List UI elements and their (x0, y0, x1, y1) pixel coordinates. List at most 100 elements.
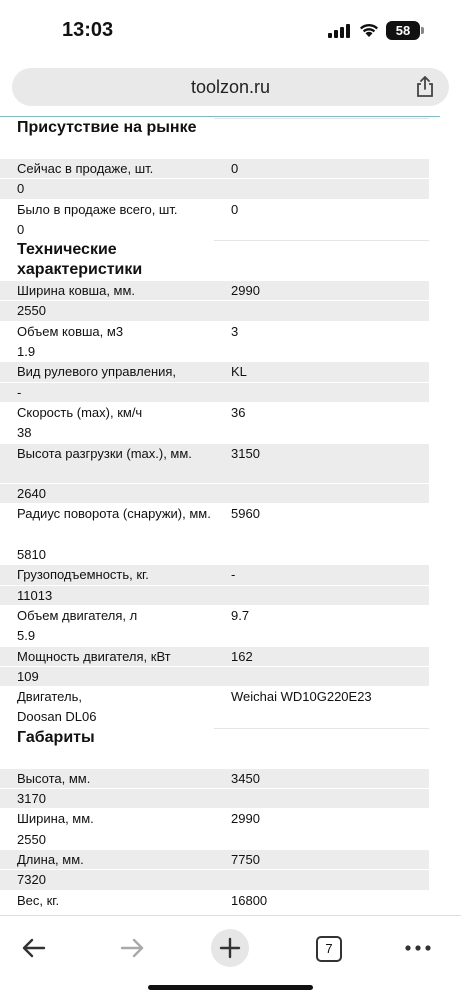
back-icon[interactable] (14, 928, 54, 968)
table-row: Ширина ковша, мм. 2990 (0, 281, 461, 302)
spec-label: 11013 (0, 585, 214, 605)
table-row: 1.9 (0, 342, 461, 363)
spec-value (214, 301, 429, 321)
spec-label: Скорость (max), км/ч (17, 404, 143, 420)
spec-label: 0 (17, 221, 25, 237)
spec-label: 0 (0, 179, 214, 199)
table-row: 11013 (0, 585, 461, 606)
spec-value (214, 179, 429, 199)
table-row: 0 (0, 179, 461, 200)
table-row: Вид рулевого управления, KL (0, 362, 461, 383)
table-top-line (0, 116, 440, 117)
home-indicator (148, 985, 313, 990)
spec-value (214, 789, 429, 809)
section-header: Присутствие на рынке (0, 118, 461, 159)
spec-label: - (0, 382, 214, 402)
table-row: 7320 (0, 870, 461, 891)
battery-cap (421, 27, 424, 34)
forward-icon[interactable] (112, 928, 152, 968)
specs-table: Присутствие на рынке Сейчас в продаже, шт… (0, 118, 461, 915)
table-row: 5810 (0, 545, 461, 566)
table-row: - (0, 382, 461, 403)
spec-label: 2550 (0, 301, 214, 321)
spec-value: 3450 (214, 768, 429, 789)
table-row: 2550 (0, 830, 461, 850)
status-time: 13:03 (62, 19, 114, 41)
more-icon[interactable] (398, 928, 438, 968)
table-row: Вес, кг. 16800 (0, 891, 461, 911)
spec-value (214, 382, 429, 402)
spec-label: 1.9 (17, 344, 36, 360)
spec-label: Объем ковша, м3 (17, 323, 124, 339)
table-row: 0 (0, 220, 461, 241)
spec-label: 7320 (0, 870, 214, 890)
section-divider (214, 118, 429, 119)
tabs-count-box: 7 (316, 936, 342, 962)
section-title: Технические характеристики (17, 241, 143, 279)
spec-value: KL (214, 362, 429, 382)
spec-label: Объем двигателя, л (17, 607, 138, 623)
section-header: Технические характеристики (0, 240, 461, 281)
spec-value (214, 707, 429, 726)
spec-value (214, 830, 429, 849)
table-row: 38 (0, 423, 461, 444)
table-row: 109 (0, 666, 461, 688)
spec-value (214, 220, 429, 239)
spec-value: 0 (214, 159, 429, 179)
url-text[interactable]: toolzon.ru (12, 68, 449, 106)
table-row: Радиус поворота (снаружи), мм. 5960 (0, 504, 461, 546)
spec-label: 5810 (17, 547, 46, 563)
spec-value: 2990 (231, 811, 260, 827)
new-tab-icon[interactable] (210, 928, 250, 968)
table-row: Объем ковша, м3 3 (0, 322, 461, 343)
spec-value: 7750 (214, 849, 429, 870)
spec-value: 0 (231, 201, 239, 217)
spec-label: Мощность двигателя, кВт (0, 646, 214, 666)
spec-label: Ширина ковша, мм. (0, 281, 214, 301)
spec-value (214, 545, 429, 564)
spec-value (214, 484, 429, 504)
spec-value (214, 585, 429, 605)
spec-value: Weichai WD10G220E23 (231, 689, 372, 705)
spec-label: Doosan DL06 (17, 709, 97, 725)
table-row: Высота разгрузки (max.), мм. 3150 (0, 443, 461, 485)
spec-value: 16800 (231, 892, 268, 908)
table-row: 2550 (0, 301, 461, 322)
table-row: 3170 (0, 789, 461, 810)
spec-label: 2550 (17, 831, 46, 847)
spec-label: Высота, мм. (0, 768, 214, 789)
spec-value: 3150 (214, 443, 429, 484)
spec-value (214, 870, 429, 890)
spec-value: - (214, 565, 429, 585)
spec-label: Вес, кг. (17, 892, 60, 908)
table-row: Двигатель, Weichai WD10G220E23 (0, 687, 461, 708)
spec-value: 36 (231, 404, 246, 420)
section-divider (214, 727, 429, 729)
table-row: 5.9 (0, 626, 461, 647)
share-icon[interactable] (415, 76, 435, 98)
table-row: Длина, мм. 7750 (0, 849, 461, 871)
table-row: Было в продаже всего, шт. 0 (0, 200, 461, 220)
spec-label: 38 (17, 425, 32, 441)
spec-value: 2990 (214, 281, 429, 301)
cellular-signal-icon (328, 24, 350, 38)
spec-value (214, 666, 429, 687)
spec-value: 3 (231, 323, 239, 339)
table-row: Скорость (max), км/ч 36 (0, 403, 461, 424)
section-title: Габариты (17, 728, 95, 746)
spec-label: Вид рулевого управления, (0, 362, 214, 382)
table-row: Объем двигателя, л 9.7 (0, 606, 461, 627)
spec-value (214, 423, 429, 442)
wifi-icon (360, 23, 378, 37)
table-row: 2640 (0, 484, 461, 505)
tabs-button[interactable]: 7 (308, 928, 348, 968)
spec-value: 5960 (231, 506, 260, 522)
section-divider (214, 240, 429, 242)
table-row: Высота, мм. 3450 (0, 768, 461, 790)
spec-label: Было в продаже всего, шт. (17, 201, 178, 217)
spec-value (214, 342, 429, 361)
address-bar[interactable]: toolzon.ru (12, 68, 449, 106)
spec-label: 109 (0, 666, 214, 687)
spec-value: 9.7 (231, 607, 250, 623)
spec-label: Длина, мм. (0, 849, 214, 870)
